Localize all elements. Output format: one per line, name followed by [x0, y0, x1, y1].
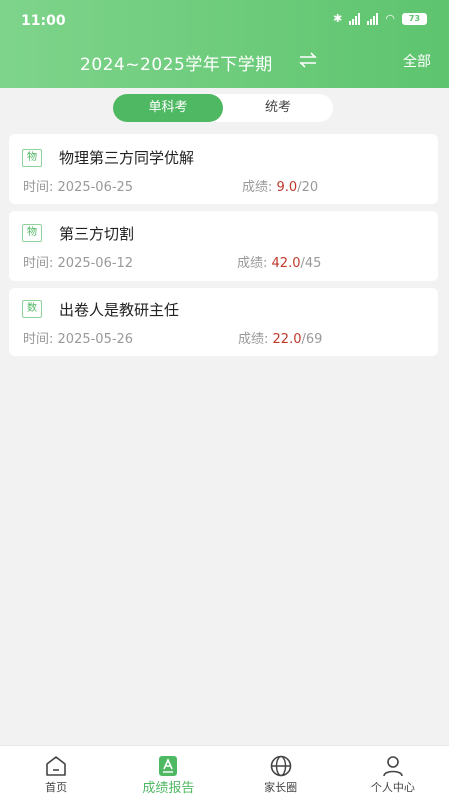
wifi-icon: ◠	[385, 12, 395, 25]
status-bar: 11:00 ✱ ◠ 73	[0, 0, 449, 40]
exam-score: 成绩: 22.0/69	[238, 332, 323, 347]
exam-date: 时间: 2025-06-25	[23, 180, 134, 195]
globe-icon	[270, 755, 291, 777]
status-time: 11:00	[21, 13, 66, 29]
status-icons: ✱ ◠ 73	[333, 12, 427, 25]
nav-parents-label: 家长圈	[264, 781, 298, 794]
signal-icon	[349, 12, 361, 25]
exam-title: 物理第三方同学优解	[59, 149, 195, 167]
nav-profile-label: 个人中心	[370, 781, 415, 794]
exam-score: 成绩: 42.0/45	[237, 256, 322, 271]
nav-report-label: 成绩报告	[142, 781, 195, 796]
nav-profile[interactable]: 个人中心	[337, 746, 449, 799]
exam-score: 成绩: 9.0/20	[242, 180, 319, 195]
nav-report[interactable]: 成绩报告	[112, 746, 224, 799]
exam-type-tabs: 单科考 统考	[113, 94, 333, 122]
subject-tag: 数	[22, 300, 42, 318]
filter-all-button[interactable]: 全部	[403, 51, 431, 71]
bottom-nav: 首页 成绩报告 家长圈 个人中心	[0, 745, 449, 799]
tab-single-subject[interactable]: 单科考	[113, 94, 223, 122]
exam-date: 时间: 2025-06-12	[23, 256, 134, 271]
exam-title: 第三方切割	[59, 225, 135, 243]
signal-icon-2	[367, 12, 379, 25]
home-icon	[46, 756, 66, 776]
report-icon	[159, 756, 178, 776]
title-bar: 2024~2025学年下学期 全部	[0, 44, 449, 76]
subject-tag: 物	[22, 224, 42, 242]
swap-icon[interactable]	[297, 51, 319, 69]
tab-joint-exam[interactable]: 统考	[223, 94, 333, 122]
exam-card[interactable]: 物 第三方切割 时间: 2025-06-12 成绩: 42.0/45	[9, 211, 438, 281]
term-title[interactable]: 2024~2025学年下学期	[80, 50, 273, 75]
exam-date: 时间: 2025-05-26	[23, 332, 134, 347]
subject-tag: 物	[22, 149, 42, 167]
exam-title: 出卷人是教研主任	[59, 301, 180, 319]
exam-card[interactable]: 数 出卷人是教研主任 时间: 2025-05-26 成绩: 22.0/69	[9, 288, 438, 356]
nav-home[interactable]: 首页	[0, 746, 112, 799]
nav-home-label: 首页	[45, 781, 68, 794]
bluetooth-icon: ✱	[333, 12, 343, 25]
user-icon	[383, 756, 403, 777]
header: 11:00 ✱ ◠ 73 2024~2025学年下学期 全部	[0, 0, 449, 88]
exam-card[interactable]: 物 物理第三方同学优解 时间: 2025-06-25 成绩: 9.0/20	[9, 134, 438, 204]
nav-parents[interactable]: 家长圈	[225, 746, 337, 799]
battery-icon: 73	[402, 12, 427, 25]
